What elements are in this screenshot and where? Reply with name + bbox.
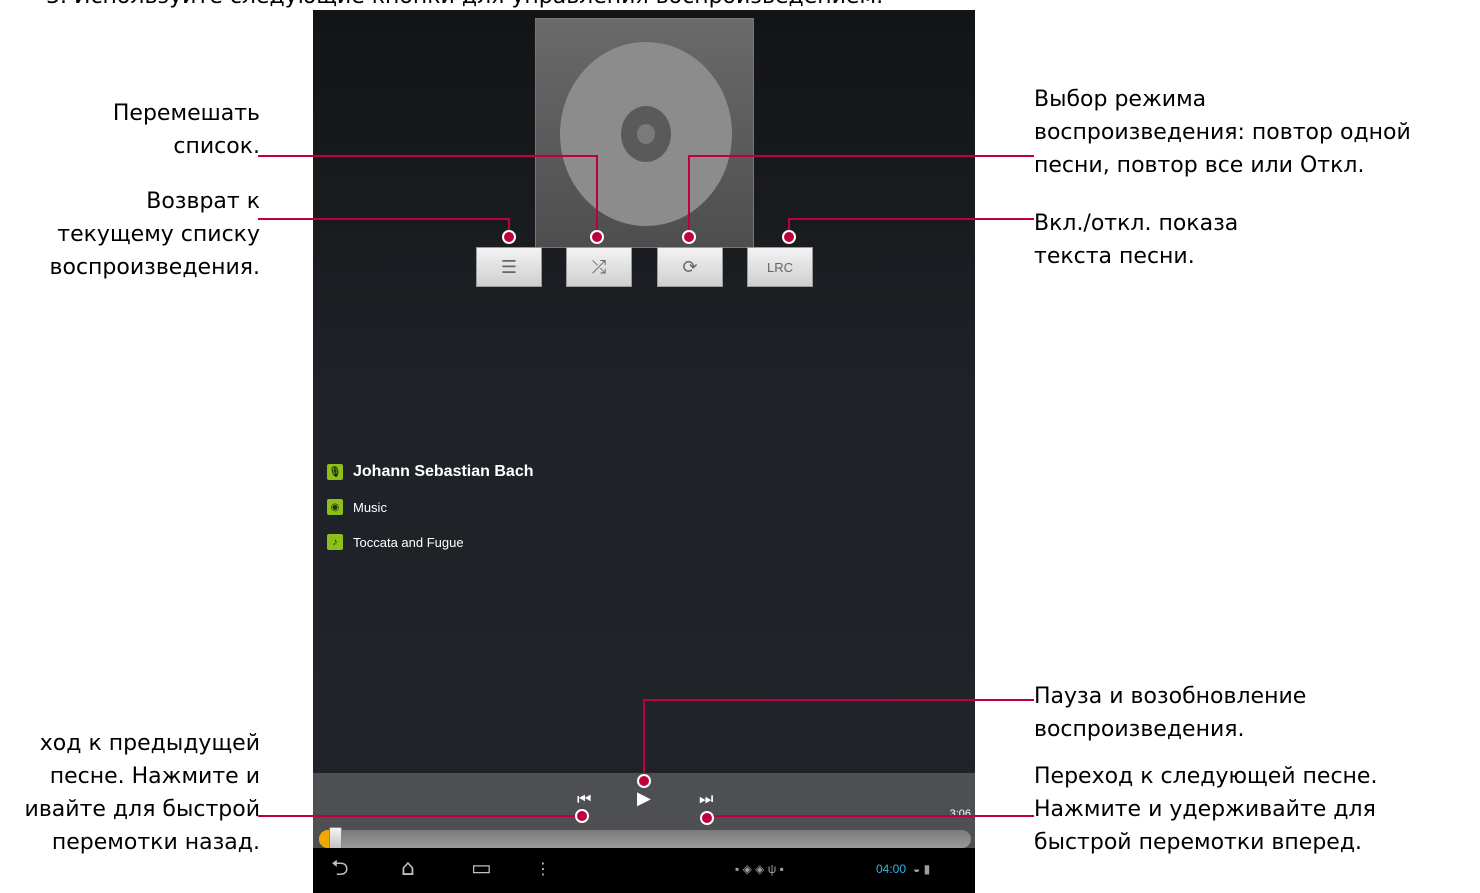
callout-return-list: Возврат к текущему списку воспроизведения. — [49, 189, 260, 280]
playlist-marker — [502, 230, 516, 244]
play-marker — [637, 774, 651, 788]
next-marker — [700, 811, 714, 825]
callout-shuffle: Перемешать список. — [112, 101, 260, 159]
callout-pause: Пауза и возобновление воспроизведения. — [1034, 684, 1307, 742]
shuffle-marker — [590, 230, 604, 244]
previous-marker — [575, 809, 589, 823]
callout-next: Переход к следующей песне. Нажмите и удер… — [1034, 764, 1378, 855]
repeat-marker — [682, 230, 696, 244]
callout-lyrics: Вкл./откл. показа текста песни. — [1034, 211, 1239, 269]
lrc-marker — [782, 230, 796, 244]
callout-previous: ход к предыдущей песне. Нажмите и ивайте д… — [24, 731, 260, 855]
callout-repeat: Выбор режима воспроизведения: повтор одно… — [1034, 87, 1411, 178]
